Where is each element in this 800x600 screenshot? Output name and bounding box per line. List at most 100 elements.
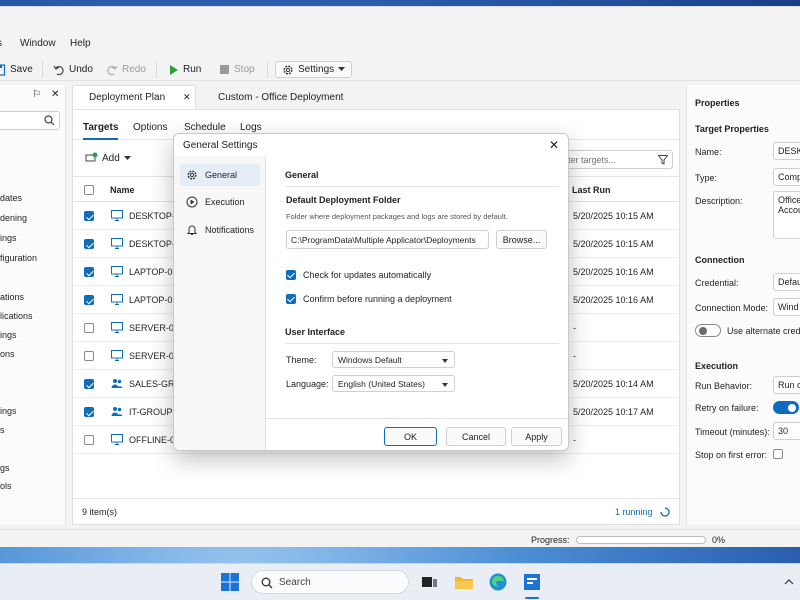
- timeout-field[interactable]: 30: [773, 422, 800, 440]
- left-item[interactable]: gs: [0, 463, 10, 473]
- running-link[interactable]: 1 running: [615, 507, 653, 517]
- stop-icon: [220, 65, 229, 74]
- nav-general[interactable]: General: [180, 164, 260, 186]
- add-button[interactable]: Add: [85, 152, 131, 164]
- menu-item-partial[interactable]: s: [0, 38, 2, 49]
- spinner-icon: [660, 507, 670, 517]
- check-updates-label: Check for updates automatically: [303, 270, 432, 280]
- select-all-checkbox[interactable]: [84, 185, 94, 195]
- browse-button[interactable]: Browse...: [496, 230, 547, 249]
- row-checkbox[interactable]: [84, 239, 94, 249]
- left-item[interactable]: ings: [0, 233, 17, 243]
- left-search-input[interactable]: [0, 111, 60, 130]
- row-last-run: 5/20/2025 10:16 AM: [573, 267, 654, 277]
- dialog-close-button[interactable]: ✕: [546, 137, 562, 153]
- nav-execution[interactable]: Execution: [180, 191, 260, 213]
- edge-browser-icon[interactable]: [488, 572, 508, 592]
- monitor-icon: [111, 210, 123, 221]
- alternate-credentials-toggle[interactable]: [695, 324, 721, 337]
- save-button[interactable]: Save: [0, 61, 33, 78]
- pin-icon[interactable]: ⚐: [32, 89, 41, 100]
- folder-description: Folder where deployment packages and log…: [286, 212, 508, 221]
- properties-title: Properties: [695, 98, 740, 108]
- description-label: Description:: [695, 196, 743, 206]
- left-item[interactable]: figuration: [0, 253, 37, 263]
- name-field[interactable]: DESK: [773, 142, 800, 160]
- progress-bar: [576, 536, 706, 544]
- redo-button[interactable]: Redo: [106, 61, 146, 78]
- left-item[interactable]: dates: [0, 193, 22, 203]
- close-icon[interactable]: ✕: [51, 89, 59, 100]
- app-taskbar-icon[interactable]: [522, 572, 542, 592]
- left-item[interactable]: s: [0, 425, 5, 435]
- close-icon[interactable]: ✕: [183, 92, 191, 103]
- type-label: Type:: [695, 173, 718, 183]
- tab-label: Custom - Office Deployment: [218, 91, 344, 103]
- row-checkbox[interactable]: [84, 379, 94, 389]
- left-item[interactable]: ings: [0, 406, 17, 416]
- left-item[interactable]: ings: [0, 330, 17, 340]
- stop-on-error-checkbox[interactable]: [773, 449, 783, 459]
- row-last-run: 5/20/2025 10:15 AM: [573, 239, 654, 249]
- status-bar: Progress: 0%: [0, 529, 800, 547]
- undo-button[interactable]: Undo: [53, 61, 93, 78]
- file-explorer-icon[interactable]: [454, 572, 474, 592]
- row-checkbox[interactable]: [84, 407, 94, 417]
- run-behavior-label: Run Behavior:: [695, 381, 753, 391]
- language-label: Language:: [286, 379, 329, 389]
- stop-button[interactable]: Stop: [219, 61, 255, 78]
- left-item[interactable]: ols: [0, 481, 12, 491]
- filter-icon: [658, 155, 668, 165]
- row-name: LAPTOP-02: [129, 295, 178, 305]
- theme-select[interactable]: Windows Default: [332, 351, 455, 368]
- row-checkbox[interactable]: [84, 295, 94, 305]
- left-item[interactable]: dening: [0, 213, 27, 223]
- chevron-up-icon[interactable]: [784, 578, 794, 585]
- row-checkbox[interactable]: [84, 323, 94, 333]
- confirm-run-checkbox[interactable]: [286, 294, 296, 304]
- type-field[interactable]: Comp: [773, 168, 800, 186]
- retry-toggle[interactable]: [773, 401, 799, 414]
- tab-deployment-plan[interactable]: Deployment Plan ✕: [72, 85, 196, 109]
- retry-label: Retry on failure:: [695, 403, 759, 413]
- run-behavior-field[interactable]: Run o: [773, 376, 800, 394]
- tab-custom-office-deployment[interactable]: Custom - Office Deployment: [208, 85, 353, 109]
- row-checkbox[interactable]: [84, 351, 94, 361]
- windows-start-icon[interactable]: [220, 572, 240, 592]
- left-item[interactable]: ons: [0, 349, 15, 359]
- taskbar-search[interactable]: Search: [251, 570, 409, 594]
- filter-targets-input[interactable]: [559, 150, 673, 169]
- row-checkbox[interactable]: [84, 267, 94, 277]
- description-field[interactable]: Office Accou: [773, 191, 800, 239]
- nav-label: Notifications: [205, 225, 255, 235]
- tab-targets[interactable]: Targets: [83, 122, 119, 140]
- run-button[interactable]: Run: [169, 61, 201, 78]
- menu-help[interactable]: Help: [70, 38, 91, 49]
- filter-field[interactable]: [566, 153, 652, 167]
- left-item[interactable]: ations: [0, 292, 24, 302]
- settings-button[interactable]: Settings: [275, 61, 353, 78]
- nav-notifications[interactable]: Notifications: [180, 219, 260, 241]
- chevron-down-icon: [338, 67, 346, 71]
- undo-icon: [53, 65, 64, 75]
- toolbar-separator: [42, 61, 43, 78]
- tab-options[interactable]: Options: [133, 122, 167, 138]
- nav-label: Execution: [205, 197, 245, 207]
- column-name[interactable]: Name: [110, 185, 135, 195]
- menu-window[interactable]: Window: [20, 38, 56, 49]
- connection-mode-field[interactable]: Wind: [773, 298, 800, 316]
- ok-button[interactable]: OK: [384, 427, 437, 446]
- apply-button[interactable]: Apply: [511, 427, 562, 446]
- redo-icon: [107, 65, 118, 75]
- column-last-run[interactable]: Last Run: [572, 185, 611, 195]
- row-checkbox[interactable]: [84, 435, 94, 445]
- folder-path-input[interactable]: C:\ProgramData\Multiple Applicator\Deplo…: [286, 230, 489, 249]
- row-checkbox[interactable]: [84, 211, 94, 221]
- language-select[interactable]: English (United States): [332, 375, 455, 392]
- credential-field[interactable]: Defau: [773, 273, 800, 291]
- cancel-button[interactable]: Cancel: [446, 427, 506, 446]
- grid-footer: 9 item(s) 1 running: [73, 498, 679, 524]
- task-view-icon[interactable]: [420, 572, 440, 592]
- check-updates-checkbox[interactable]: [286, 270, 296, 280]
- left-item[interactable]: lications: [0, 311, 33, 321]
